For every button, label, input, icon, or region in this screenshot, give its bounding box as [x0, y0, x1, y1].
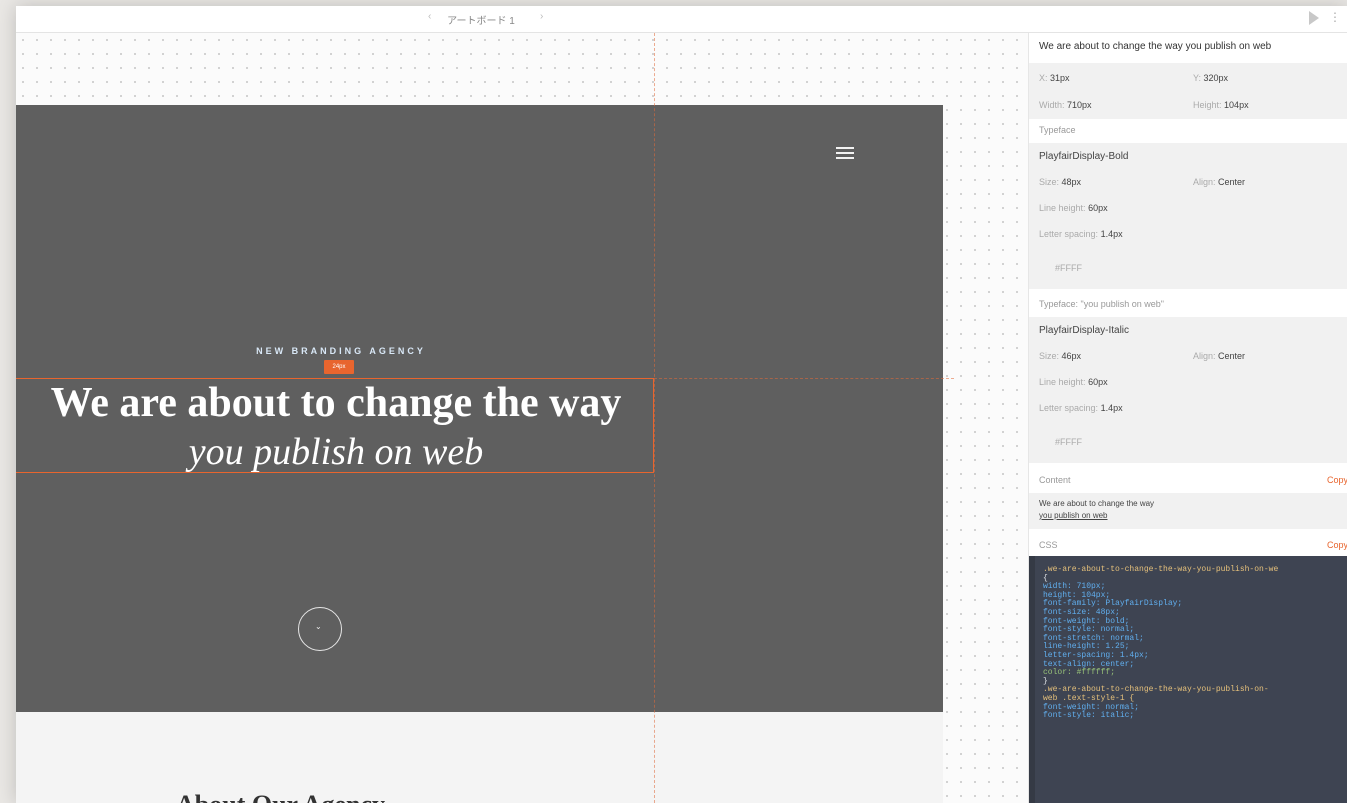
spacing-measure-badge: 24px [324, 360, 354, 374]
typeface2-line-height: 60px [1088, 377, 1108, 387]
design-canvas[interactable]: NEW BRANDING AGENCY 24px We are about to… [16, 33, 1026, 803]
x-label: X: [1039, 73, 1048, 83]
typeface2-block: PlayfairDisplay-Italic Size: 46px Align:… [1029, 317, 1347, 463]
about-title[interactable]: About Our Agency [176, 790, 385, 803]
typeface1-name: PlayfairDisplay-Bold [1039, 151, 1129, 162]
chevron-down-icon: ⌄ [315, 622, 322, 631]
typeface1-letter-spacing-label: Letter spacing: [1039, 229, 1099, 239]
layer-name: We are about to change the way you publi… [1039, 41, 1272, 52]
height-value: 104px [1224, 100, 1249, 110]
about-section[interactable]: About Our Agency [16, 712, 943, 803]
horizontal-guide [654, 378, 954, 379]
typeface2-line-height-label: Line height: [1039, 377, 1086, 387]
width-label: Width: [1039, 100, 1065, 110]
typeface1-line-height: 60px [1088, 203, 1108, 213]
copy-content-button[interactable]: Copy [1327, 475, 1347, 485]
typeface2-align-label: Align: [1193, 351, 1216, 361]
height-label: Height: [1193, 100, 1222, 110]
dimensions-block: X: 31px Y: 320px Width: 710px Height: 10… [1029, 63, 1347, 119]
typeface1-line-height-label: Line height: [1039, 203, 1086, 213]
css-line: font-style: italic; [1043, 711, 1135, 721]
more-icon[interactable]: ⋮ [1329, 10, 1341, 24]
inspector-panel: We are about to change the way you publi… [1028, 33, 1347, 803]
x-value: 31px [1050, 73, 1070, 83]
typeface2-section-label: Typeface: "you publish on web" [1039, 299, 1164, 309]
content-block: We are about to change the way you publi… [1029, 493, 1347, 529]
css-line: color: #ffffff; [1043, 668, 1116, 678]
typeface1-color[interactable]: #FFFF [1055, 263, 1082, 273]
copy-css-button[interactable]: Copy [1327, 540, 1347, 550]
play-icon[interactable] [1309, 11, 1319, 25]
y-value: 320px [1203, 73, 1229, 83]
typeface2-name: PlayfairDisplay-Italic [1039, 325, 1130, 336]
scroll-down-button[interactable]: ⌄ [298, 607, 342, 651]
content-line-2: you publish on web [1039, 511, 1108, 520]
artboard-title[interactable]: アートボード 1 [406, 12, 556, 27]
css-line: .we-are-about-to-change-the-way-you-publ… [1043, 565, 1279, 574]
content-section-label: Content [1039, 475, 1071, 485]
typeface1-size: 48px [1061, 177, 1082, 187]
eyebrow-text[interactable]: NEW BRANDING AGENCY [16, 346, 666, 356]
css-code-block[interactable]: .we-are-about-to-change-the-way-you-publ… [1029, 556, 1347, 803]
typeface2-align: Center [1218, 351, 1246, 361]
next-artboard-icon[interactable]: › [540, 11, 543, 22]
vertical-guide [654, 33, 655, 803]
typeface2-size: 46px [1061, 351, 1082, 361]
width-value: 710px [1067, 100, 1092, 110]
hamburger-menu-icon[interactable] [836, 147, 854, 161]
typeface2-letter-spacing-label: Letter spacing: [1039, 403, 1099, 413]
typeface2-color[interactable]: #FFFF [1055, 437, 1082, 447]
y-label: Y: [1193, 73, 1202, 83]
typeface1-size-label: Size: [1039, 177, 1060, 187]
content-line-1: We are about to change the way [1039, 499, 1155, 508]
typeface-section-label: Typeface [1039, 125, 1076, 135]
css-section-label: CSS [1039, 540, 1058, 550]
typeface1-block: PlayfairDisplay-Bold Size: 48px Align: C… [1029, 143, 1347, 289]
typeface2-size-label: Size: [1039, 351, 1060, 361]
title-bar: ‹ アートボード 1 › ⋮ [16, 6, 1347, 33]
typeface1-align: Center [1218, 177, 1246, 187]
app-window: ‹ アートボード 1 › ⋮ NEW BRANDING AGENCY 24px … [16, 6, 1347, 803]
selection-box [16, 378, 654, 473]
typeface1-letter-spacing: 1.4px [1100, 229, 1123, 239]
typeface1-align-label: Align: [1193, 177, 1216, 187]
typeface2-letter-spacing: 1.4px [1100, 403, 1123, 413]
hero-section[interactable]: NEW BRANDING AGENCY 24px We are about to… [16, 105, 943, 712]
